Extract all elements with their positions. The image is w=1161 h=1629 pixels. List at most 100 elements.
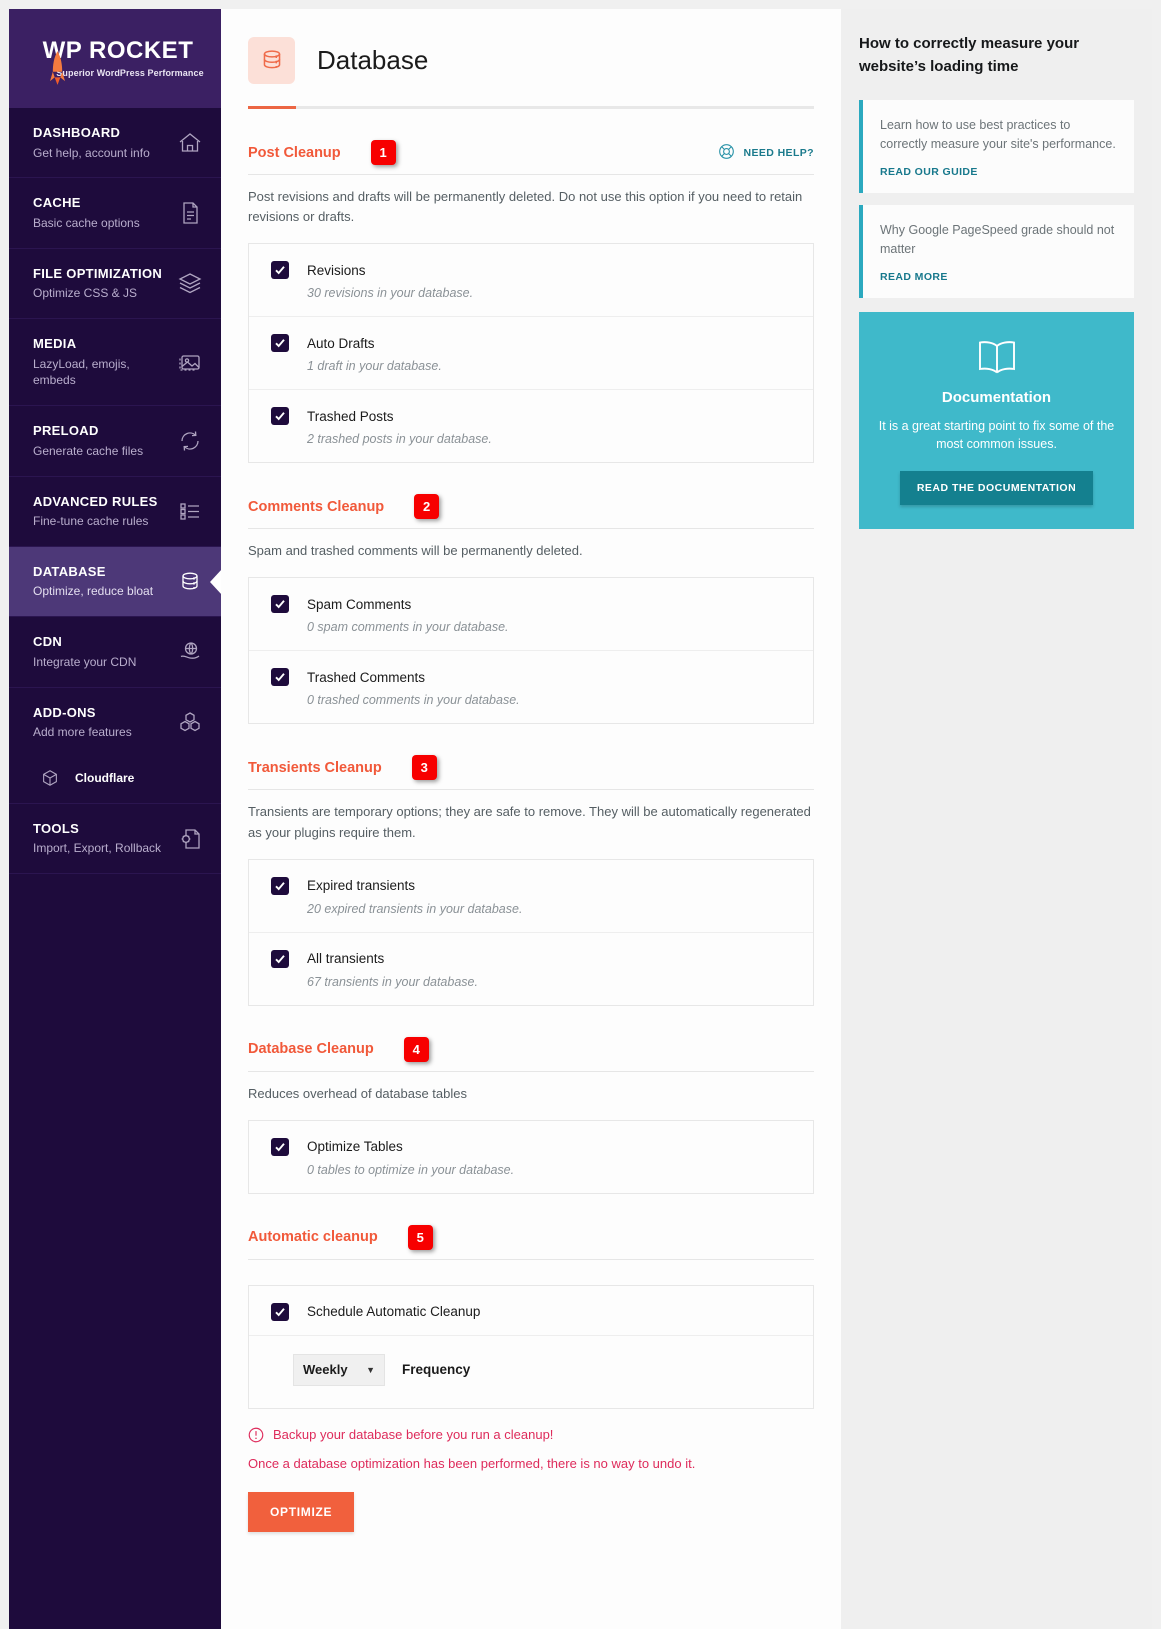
option-row: Revisions 30 revisions in your database.: [249, 244, 813, 318]
section-title: Comments Cleanup: [248, 498, 385, 515]
frequency-select[interactable]: Weekly ▼: [293, 1353, 385, 1386]
sidebar-item-desc: Basic cache options: [33, 215, 140, 230]
option-label: Schedule Automatic Cleanup: [307, 1304, 481, 1320]
options-card: Expired transients 20 expired transients…: [248, 858, 814, 1006]
sidebar-item-title: DASHBOARD: [33, 125, 121, 140]
sidebar-item-title: ADVANCED RULES: [33, 493, 158, 509]
documentation-card: Documentation It is a great starting poi…: [859, 311, 1134, 529]
frequency-row: Weekly ▼ Frequency: [249, 1336, 813, 1408]
checkbox-trashed-posts[interactable]: [271, 407, 289, 426]
sidebar-item-cache[interactable]: CACHE Basic cache options: [9, 178, 221, 249]
sidebar-item-database[interactable]: DATABASE Optimize, reduce bloat: [9, 546, 222, 618]
checkbox-optimize-tables[interactable]: [271, 1137, 289, 1156]
undo-warning-text: Once a database optimization has been pe…: [248, 1455, 696, 1471]
sidebar-item-preload[interactable]: PRELOAD Generate cache files: [9, 406, 221, 477]
section-title: Database Cleanup: [248, 1041, 374, 1058]
sidebar-item-desc: Get help, account info: [33, 145, 150, 160]
checkbox-schedule-automatic-cleanup[interactable]: [271, 1302, 289, 1321]
info-card-text: Why Google PageSpeed grade should not ma…: [880, 222, 1115, 257]
section-post-cleanup: Post Cleanup 1 NEED HELP? Post revisions…: [248, 140, 814, 464]
sidebar-item-media[interactable]: MEDIA LazyLoad, emojis, embeds: [9, 319, 221, 407]
sidebar-item-cdn[interactable]: CDN Integrate your CDN: [9, 617, 221, 688]
document-icon: [175, 198, 205, 228]
info-card: Learn how to use best practices to corre…: [859, 100, 1134, 193]
documentation-text: It is a great starting point to fix some…: [878, 418, 1115, 452]
section-header: Automatic cleanup 5: [248, 1224, 814, 1260]
options-card: Revisions 30 revisions in your database.…: [248, 243, 814, 464]
sidebar-item-title: CDN: [33, 634, 63, 650]
section-header: Database Cleanup 4: [248, 1036, 814, 1072]
need-help-link[interactable]: NEED HELP?: [718, 143, 814, 163]
sidebar-item-file-optimization[interactable]: FILE OPTIMIZATION Optimize CSS & JS: [9, 249, 221, 320]
option-subtext: 67 transients in your database.: [307, 974, 478, 989]
options-card: Schedule Automatic Cleanup Weekly ▼ Freq…: [248, 1284, 814, 1409]
option-subtext: 20 expired transients in your database.: [307, 901, 523, 916]
options-card: Spam Comments 0 spam comments in your da…: [248, 577, 814, 725]
option-row: Trashed Comments 0 trashed comments in y…: [249, 651, 813, 723]
sidebar-item-desc: Optimize CSS & JS: [33, 286, 138, 301]
backup-warning-text: Backup your database before you run a cl…: [273, 1427, 554, 1443]
section-header: Transients Cleanup 3: [248, 755, 814, 791]
home-icon: [175, 128, 205, 158]
option-row: Spam Comments 0 spam comments in your da…: [249, 578, 813, 652]
optimize-button[interactable]: OPTIMIZE: [248, 1491, 355, 1532]
checkbox-revisions[interactable]: [271, 261, 289, 280]
sidebar: WP ROCKET Superior WordPress Performance…: [9, 9, 222, 1629]
refresh-icon: [175, 426, 205, 456]
section-description: Post revisions and drafts will be perman…: [248, 189, 803, 225]
option-label: Trashed Comments: [307, 669, 426, 685]
step-badge: 1: [370, 140, 396, 165]
frequency-label: Frequency: [402, 1362, 471, 1378]
checkbox-all-transients[interactable]: [271, 949, 289, 968]
section-header: Comments Cleanup 2: [248, 494, 814, 530]
cloudflare-cube-icon: [39, 767, 61, 789]
option-row: Trashed Posts 2 trashed posts in your da…: [249, 390, 813, 462]
sidebar-item-tools[interactable]: TOOLS Import, Export, Rollback: [9, 804, 221, 875]
option-subtext: 0 tables to optimize in your database.: [307, 1162, 515, 1177]
brand-header: WP ROCKET Superior WordPress Performance: [9, 9, 221, 108]
checkbox-expired-transients[interactable]: [271, 876, 289, 895]
read-our-guide-link[interactable]: READ OUR GUIDE: [880, 166, 1118, 178]
read-more-link[interactable]: READ MORE: [880, 271, 1118, 283]
sidebar-item-desc: Integrate your CDN: [33, 654, 137, 669]
sidebar-subitem-label: Cloudflare: [75, 770, 135, 785]
book-icon: [877, 337, 1116, 377]
sidebar-item-title: CACHE: [33, 195, 81, 211]
option-label: Auto Drafts: [307, 335, 375, 351]
sidebar-item-title: PRELOAD: [33, 423, 99, 439]
sidebar-item-desc: Add more features: [33, 725, 132, 740]
tools-gear-icon: [175, 824, 205, 854]
page-title: Database: [317, 45, 429, 75]
exclamation-circle-icon: [248, 1427, 264, 1443]
step-badge: 2: [414, 494, 440, 520]
section-automatic-cleanup: Automatic cleanup 5 Schedule Automatic C…: [248, 1224, 814, 1532]
section-description: Reduces overhead of database tables: [248, 1085, 467, 1101]
option-label: Spam Comments: [307, 596, 412, 612]
backup-warning: Backup your database before you run a cl…: [248, 1427, 814, 1443]
sidebar-subitem-cloudflare[interactable]: Cloudflare: [9, 757, 221, 804]
frequency-selected-value: Weekly: [303, 1362, 348, 1378]
section-description: Spam and trashed comments will be perman…: [248, 543, 583, 559]
step-badge: 4: [403, 1036, 429, 1062]
section-database-cleanup: Database Cleanup 4 Reduces overhead of d…: [248, 1036, 814, 1194]
sidebar-item-advanced-rules[interactable]: ADVANCED RULES Fine-tune cache rules: [9, 477, 221, 547]
read-documentation-button[interactable]: READ THE DOCUMENTATION: [899, 471, 1094, 505]
step-badge: 5: [407, 1224, 433, 1250]
checkbox-auto-drafts[interactable]: [271, 334, 289, 353]
sidebar-item-title: MEDIA: [33, 336, 77, 352]
checkbox-spam-comments[interactable]: [271, 595, 289, 614]
database-icon: [248, 37, 295, 84]
sidebar-item-dashboard[interactable]: DASHBOARD Get help, account info: [9, 108, 221, 179]
sidebar-item-title: TOOLS: [33, 820, 80, 836]
brand-tagline: Superior WordPress Performance: [56, 68, 204, 78]
option-label: Optimize Tables: [307, 1139, 403, 1155]
sidebar-item-add-ons[interactable]: ADD-ONS Add more features: [9, 688, 221, 757]
database-icon: [175, 567, 205, 597]
option-subtext: 2 trashed posts in your database.: [307, 432, 492, 447]
option-row: Expired transients 20 expired transients…: [249, 860, 813, 933]
sidebar-item-desc: Optimize, reduce bloat: [33, 584, 154, 599]
checkbox-trashed-comments[interactable]: [271, 668, 289, 687]
sidebar-item-desc: Generate cache files: [33, 443, 144, 458]
rocket-icon: [50, 51, 65, 85]
option-row: Auto Drafts 1 draft in your database.: [249, 317, 813, 391]
